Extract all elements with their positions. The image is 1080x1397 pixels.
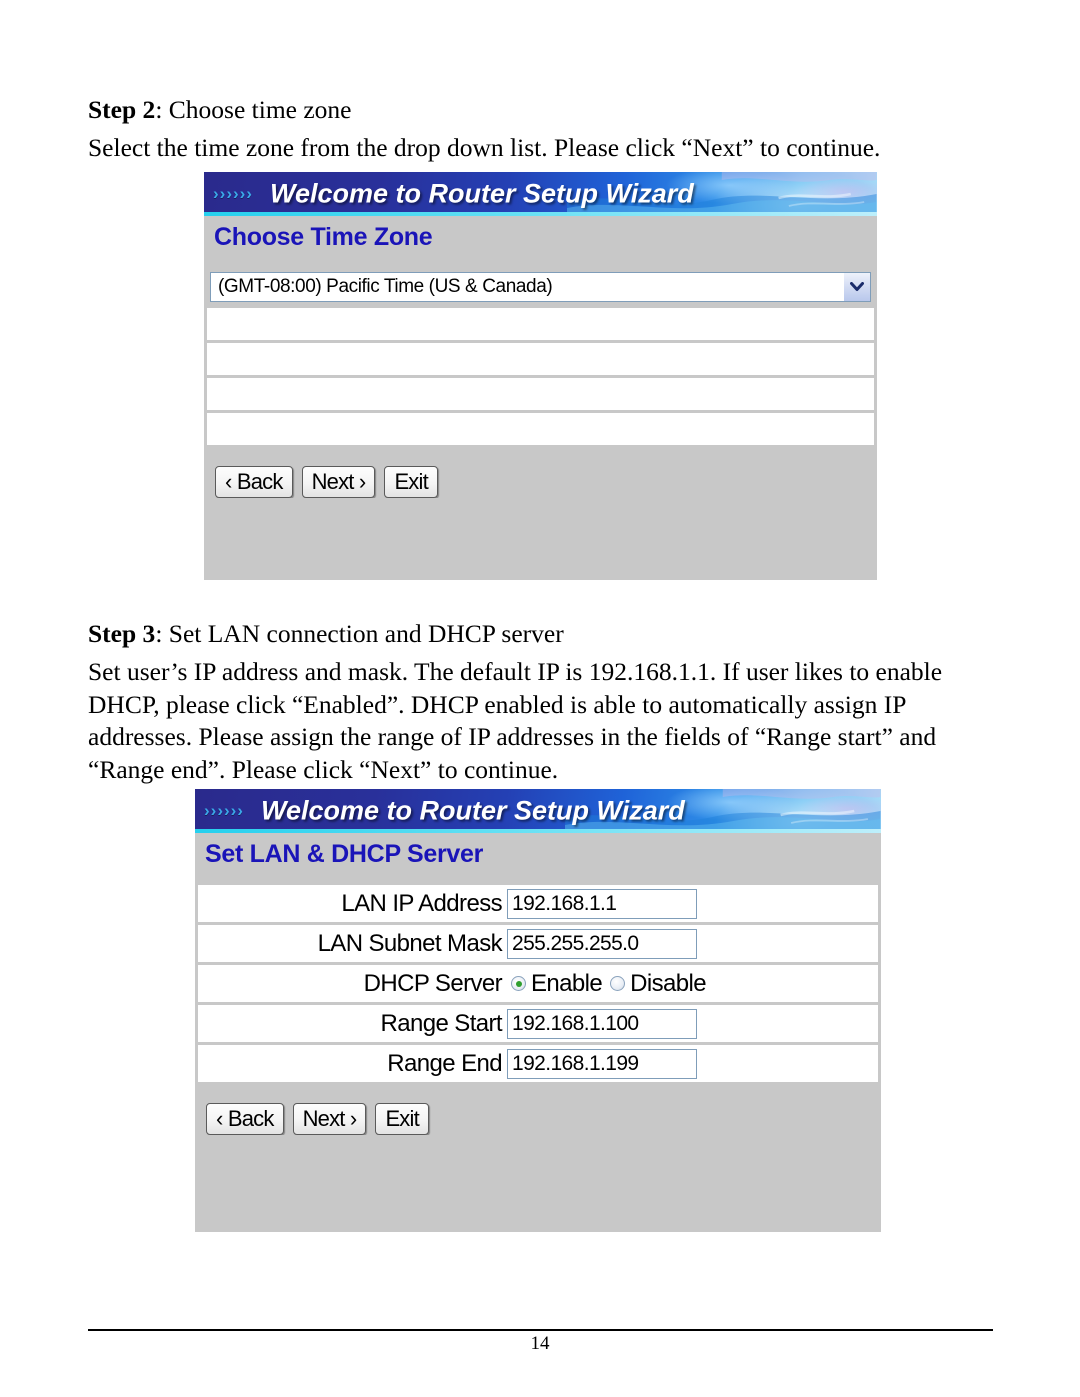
lan-subnet-mask-label: LAN Subnet Mask	[317, 929, 503, 957]
step-2-heading-rest: : Choose time zone	[155, 95, 352, 124]
page-number: 14	[530, 1333, 550, 1354]
exit-button[interactable]: Exit	[384, 466, 438, 498]
wizard-subtitle: Set LAN & DHCP Server	[205, 840, 484, 868]
table-row: LAN IP Address 192.168.1.1	[198, 885, 878, 925]
wizard-screenshot-lan-dhcp: ›››››› Welcome to Router Setup Wizard Se…	[195, 789, 881, 1232]
wizard-banner: ›››››› Welcome to Router Setup Wizard	[204, 172, 877, 216]
dhcp-server-label: DHCP Server	[363, 969, 503, 997]
lan-ip-address-label: LAN IP Address	[341, 889, 502, 917]
wizard-button-bar: ‹ Back Next › Exit	[195, 1085, 881, 1135]
step-3-text-block: Step 3: Set LAN connection and DHCP serv…	[88, 617, 993, 786]
dhcp-radio-group: Enable Disable	[507, 969, 707, 998]
timezone-empty-row	[207, 413, 874, 448]
footer-divider	[88, 1329, 993, 1331]
range-start-field-cell: 192.168.1.100	[506, 1008, 878, 1039]
wizard-button-bar: ‹ Back Next › Exit	[204, 448, 877, 498]
chevrons-icon: ››››››	[213, 184, 253, 203]
wizard-banner-title: Welcome to Router Setup Wizard	[270, 178, 694, 209]
wizard-screenshot-timezone: ›››››› Welcome to Router Setup Wizard Ch…	[204, 172, 877, 580]
step-2-text-block: Step 2: Choose time zone Select the time…	[88, 93, 993, 165]
dhcp-server-field-cell: Enable Disable	[506, 970, 878, 998]
timezone-empty-row	[207, 378, 874, 413]
lan-subnet-mask-input[interactable]: 255.255.255.0	[507, 928, 697, 959]
lan-ip-address-input[interactable]: 192.168.1.1	[507, 888, 697, 919]
radio-selected-icon[interactable]	[511, 976, 526, 991]
wizard-subtitle: Choose Time Zone	[214, 223, 433, 251]
wizard-subheader: Choose Time Zone	[204, 216, 877, 268]
dhcp-enable-label: Enable	[531, 969, 603, 997]
range-end-label: Range End	[387, 1049, 502, 1077]
step-2-heading: Step 2: Choose time zone	[88, 93, 993, 126]
timezone-empty-row	[207, 308, 874, 343]
table-row: LAN Subnet Mask 255.255.255.0	[198, 925, 878, 965]
chevron-down-icon[interactable]	[843, 273, 870, 301]
radio-unselected-icon[interactable]	[610, 976, 626, 991]
step-3-heading: Step 3: Set LAN connection and DHCP serv…	[88, 617, 993, 650]
wizard-panel-tail	[204, 498, 877, 580]
lan-form-table: LAN IP Address 192.168.1.1 LAN Subnet Ma…	[195, 885, 881, 1085]
wizard-subheader: Set LAN & DHCP Server	[195, 833, 881, 885]
wizard-banner-title: Welcome to Router Setup Wizard	[261, 795, 685, 826]
step-3-heading-rest: : Set LAN connection and DHCP server	[155, 619, 564, 648]
range-end-field-cell: 192.168.1.199	[506, 1048, 878, 1079]
table-row: DHCP Server Enable Disable	[198, 965, 878, 1005]
next-button[interactable]: Next ›	[292, 1103, 367, 1135]
timezone-select-value: (GMT-08:00) Pacific Time (US & Canada)	[218, 276, 553, 297]
lan-ip-address-field-cell: 192.168.1.1	[506, 888, 878, 919]
step-2-paragraph: Select the time zone from the drop down …	[88, 133, 881, 162]
table-row: Range End 192.168.1.199	[198, 1045, 878, 1085]
manual-page: Step 2: Choose time zone Select the time…	[0, 0, 1080, 1397]
dhcp-enable-radio[interactable]: Enable	[511, 969, 603, 998]
dhcp-disable-label: Disable	[630, 969, 706, 997]
range-start-input[interactable]: 192.168.1.100	[507, 1008, 697, 1039]
dhcp-disable-radio[interactable]: Disable	[610, 969, 707, 998]
timezone-empty-row	[207, 343, 874, 378]
back-button[interactable]: ‹ Back	[206, 1103, 284, 1135]
timezone-rows: (GMT-08:00) Pacific Time (US & Canada)	[204, 268, 877, 448]
range-end-input[interactable]: 192.168.1.199	[507, 1048, 697, 1079]
lan-subnet-mask-field-cell: 255.255.255.0	[506, 928, 878, 959]
timezone-select[interactable]: (GMT-08:00) Pacific Time (US & Canada)	[210, 272, 871, 302]
wizard-banner: ›››››› Welcome to Router Setup Wizard	[195, 789, 881, 833]
table-row: Range Start 192.168.1.100	[198, 1005, 878, 1045]
step-2-heading-label: Step 2	[88, 95, 156, 124]
chevrons-icon: ››››››	[204, 801, 244, 820]
step-3-heading-label: Step 3	[88, 619, 156, 648]
exit-button[interactable]: Exit	[375, 1103, 429, 1135]
back-button[interactable]: ‹ Back	[215, 466, 293, 498]
range-start-label: Range Start	[380, 1009, 503, 1037]
next-button[interactable]: Next ›	[301, 466, 376, 498]
wizard-panel-tail	[195, 1135, 881, 1232]
step-3-paragraph: Set user’s IP address and mask. The defa…	[88, 657, 943, 784]
